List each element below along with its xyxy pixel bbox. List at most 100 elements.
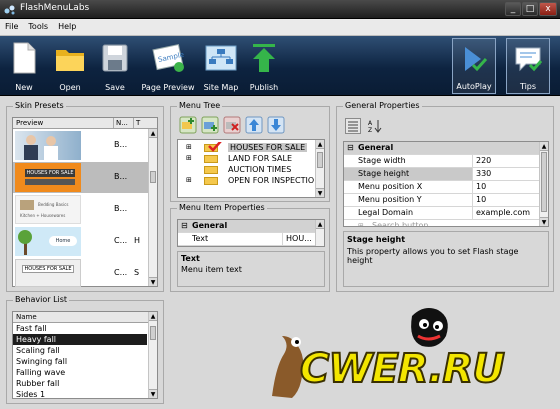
property-value[interactable]: HOU... — [282, 233, 316, 245]
property-row[interactable]: Menu position X 10 — [344, 181, 548, 194]
property-row-selected[interactable]: Stage height 330 — [344, 168, 548, 181]
save-label: Save — [105, 83, 125, 92]
behavior-item-selected[interactable]: Heavy fall — [13, 334, 147, 345]
publish-button[interactable]: Publish — [246, 38, 282, 94]
property-value[interactable]: 220 — [472, 155, 542, 167]
menu-tools[interactable]: Tools — [23, 19, 53, 31]
close-button[interactable]: x — [539, 2, 557, 16]
categorized-view-icon[interactable] — [345, 118, 361, 134]
skin-presets-scrollbar[interactable]: ▲ ▼ — [148, 129, 157, 286]
behavior-item[interactable]: Sides 1 — [13, 389, 147, 398]
menu-tree-scrollbar[interactable]: ▲ ▼ — [315, 140, 324, 197]
category-row[interactable]: ⊟ General — [344, 142, 548, 155]
property-row[interactable]: Stage width 220 — [344, 155, 548, 168]
tree-item[interactable]: AUCTION TIMES — [178, 164, 314, 175]
behavior-item[interactable]: Scaling fall — [13, 345, 147, 356]
scroll-thumb[interactable] — [541, 152, 547, 212]
open-button[interactable]: Open — [52, 38, 88, 94]
scroll-thumb[interactable] — [150, 326, 156, 340]
scroll-down-icon[interactable]: ▼ — [540, 217, 548, 226]
page-preview-icon: Sample — [152, 43, 185, 72]
maximize-button[interactable]: □ — [522, 2, 538, 16]
thumb-menu-label: HOUSES FOR SALE — [25, 169, 75, 177]
category-row[interactable]: ⊟ General — [178, 220, 324, 233]
col-preview[interactable]: Preview — [16, 118, 43, 128]
thumb-text: Kitchen + Housewares — [20, 213, 66, 218]
expand-icon[interactable]: ⊞ — [186, 153, 192, 164]
skin-presets-list[interactable]: Preview N... T B... HOUSES FOR SALE B... — [12, 117, 158, 287]
property-row[interactable]: ⊞ Search button — [344, 220, 548, 226]
tips-button[interactable]: Tips — [506, 38, 550, 94]
scroll-down-icon[interactable]: ▼ — [149, 389, 157, 398]
autoplay-icon — [465, 47, 488, 72]
description-title: Text — [181, 254, 200, 263]
scroll-up-icon[interactable]: ▲ — [149, 129, 157, 138]
behavior-scrollbar[interactable]: ▲ ▼ — [148, 312, 157, 398]
tree-item[interactable]: ⊞ OPEN FOR INSPECTION — [178, 175, 314, 186]
delete-item-icon[interactable] — [223, 116, 241, 134]
property-scrollbar[interactable]: ▲ — [315, 220, 324, 246]
business-people-image — [24, 135, 58, 160]
menu-help[interactable]: Help — [53, 19, 81, 31]
skin-preset-row[interactable]: Bedding Basics Kitchen + Housewares B... — [13, 194, 149, 225]
menu-tree[interactable]: ⊞ HOUSES FOR SALE ⊞ LAND FOR SALE AUCTIO… — [177, 139, 325, 198]
save-button[interactable]: Save — [98, 38, 132, 94]
property-row[interactable]: Legal Domain example.com — [344, 207, 548, 220]
behavior-item[interactable]: Swinging fall — [13, 356, 147, 367]
scroll-up-icon[interactable]: ▲ — [316, 140, 324, 149]
behavior-item[interactable]: Rubber fall — [13, 378, 147, 389]
scroll-up-icon[interactable]: ▲ — [540, 142, 548, 151]
tree-item-selected[interactable]: ⊞ HOUSES FOR SALE — [178, 142, 314, 153]
expand-icon[interactable]: ⊞ — [186, 175, 192, 186]
scroll-down-icon[interactable]: ▼ — [316, 188, 324, 197]
new-button[interactable]: New — [6, 38, 42, 94]
behavior-name-header[interactable]: Name — [13, 312, 157, 323]
move-down-icon[interactable] — [267, 116, 285, 134]
collapse-icon[interactable]: ⊟ — [181, 220, 188, 232]
sort-alphabetical-icon[interactable]: AZ — [367, 118, 383, 134]
expand-icon[interactable]: ⊞ — [186, 142, 192, 153]
expand-icon[interactable]: ⊞ — [358, 220, 364, 226]
col-name[interactable]: N... — [113, 118, 128, 128]
add-item-icon[interactable] — [179, 116, 197, 134]
skin-preset-row[interactable]: Home C... H — [13, 226, 149, 257]
skin-preset-row[interactable]: HOUSES FOR SALE C... S — [13, 258, 149, 287]
tree-item-label: LAND FOR SALE — [228, 154, 293, 163]
general-property-grid[interactable]: ⊟ General Stage width 220 Stage height 330… — [343, 141, 549, 227]
folder-icon — [204, 177, 218, 185]
property-value[interactable]: example.com — [472, 207, 542, 219]
autoplay-button[interactable]: AutoPlay — [452, 38, 496, 94]
skin-preset-row-selected[interactable]: HOUSES FOR SALE B... — [13, 162, 149, 193]
property-key: Menu position X — [358, 182, 423, 191]
skin-name: B... — [114, 172, 128, 181]
behavior-list[interactable]: Name Fast fall Heavy fall Scaling fall S… — [12, 311, 158, 399]
behavior-item[interactable]: Fast fall — [13, 323, 147, 334]
property-row[interactable]: Menu position Y 10 — [344, 194, 548, 207]
menu-tree-rows: ⊞ HOUSES FOR SALE ⊞ LAND FOR SALE AUCTIO… — [178, 142, 314, 186]
skin-presets-title: Skin Presets — [13, 101, 66, 110]
col-type[interactable]: T — [133, 118, 140, 128]
menu-file[interactable]: File — [0, 19, 23, 31]
behavior-item[interactable]: Falling wave — [13, 367, 147, 378]
scroll-up-icon[interactable]: ▲ — [316, 220, 324, 229]
scroll-down-icon[interactable]: ▼ — [149, 277, 157, 286]
property-value[interactable]: 10 — [472, 194, 542, 206]
scroll-thumb[interactable] — [317, 152, 323, 168]
menu-item-property-grid[interactable]: ⊟ General Text HOU... ▲ — [177, 219, 325, 247]
skin-preset-row[interactable]: B... — [13, 130, 149, 161]
property-value[interactable]: 330 — [472, 168, 542, 180]
site-map-button[interactable]: Site Map — [201, 38, 241, 94]
move-up-icon[interactable] — [245, 116, 263, 134]
general-properties-scrollbar[interactable]: ▲ ▼ — [539, 142, 548, 226]
page-preview-button[interactable]: Sample Page Preview — [139, 38, 197, 94]
scroll-thumb[interactable] — [150, 171, 156, 183]
window-title: FlashMenuLabs — [20, 3, 90, 13]
tree-item[interactable]: ⊞ LAND FOR SALE — [178, 153, 314, 164]
property-value[interactable]: 10 — [472, 181, 542, 193]
collapse-icon[interactable]: ⊟ — [347, 142, 354, 154]
scroll-up-icon[interactable]: ▲ — [149, 312, 157, 321]
tree-item-label: AUCTION TIMES — [228, 165, 292, 174]
minimize-button[interactable]: _ — [505, 2, 521, 16]
property-row[interactable]: Text HOU... — [178, 233, 324, 246]
add-subitem-icon[interactable] — [201, 116, 219, 134]
